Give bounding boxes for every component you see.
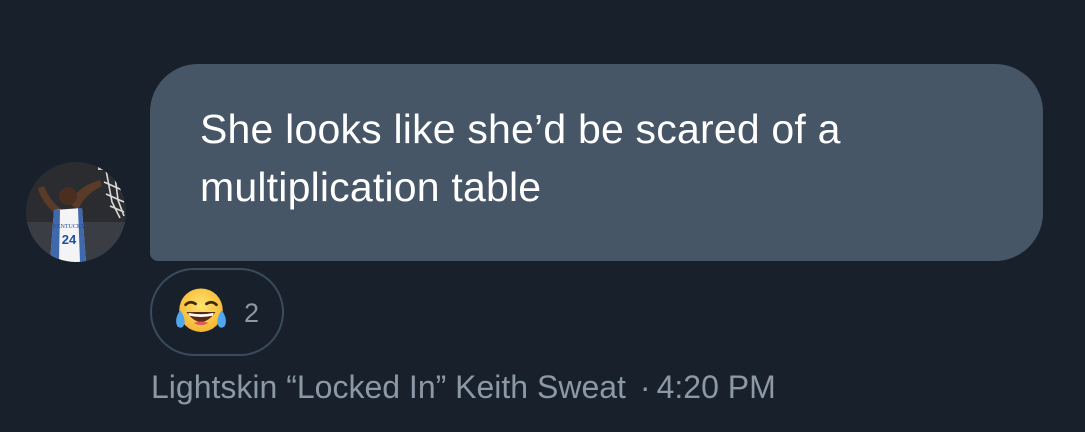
jersey-number: 24 [62, 232, 77, 247]
sender-name[interactable]: Lightskin “Locked In” Keith Sweat [151, 369, 626, 406]
sender-avatar[interactable]: KENTUCKY 24 [26, 162, 126, 262]
message-meta: Lightskin “Locked In” Keith Sweat · 4:20… [151, 369, 776, 406]
reaction-pill[interactable]: 2 [150, 268, 284, 356]
message-text: She looks like she’d be scared of a mult… [200, 106, 841, 210]
face-with-tears-of-joy-icon [176, 288, 226, 332]
meta-separator: · [639, 369, 651, 405]
jersey-text: KENTUCKY [53, 224, 87, 230]
message-bubble[interactable]: She looks like she’d be scared of a mult… [150, 64, 1043, 261]
message-row: KENTUCKY 24 She looks like she’d be scar… [0, 0, 1085, 432]
reaction-count: 2 [244, 297, 260, 328]
avatar-image: KENTUCKY 24 [26, 162, 126, 262]
message-timestamp: 4:20 PM [656, 369, 776, 405]
